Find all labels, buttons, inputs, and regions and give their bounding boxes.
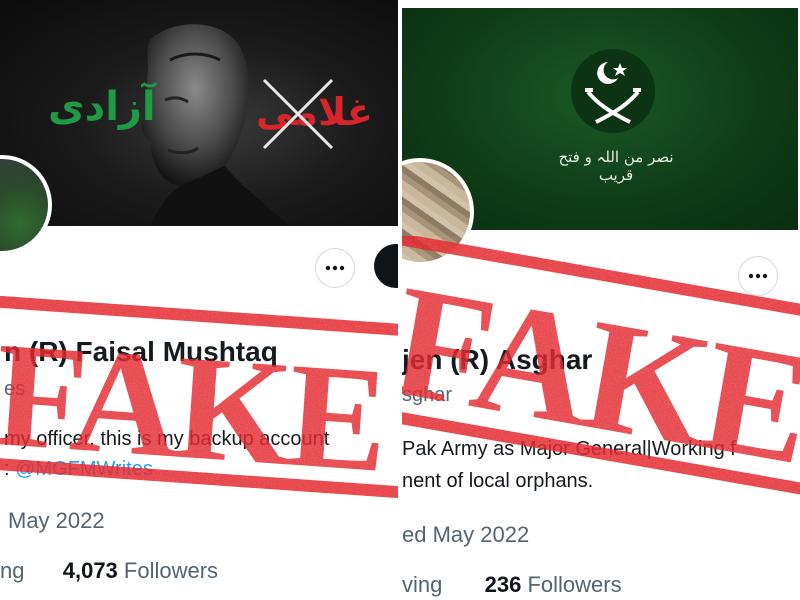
follow-stats: ng 4,073 Followers [0,558,218,584]
emblem-motto: نصر من اللہ و فتح قریب [558,148,674,184]
bio-line-2: nent of local orphans. [402,470,594,492]
more-options-button[interactable] [315,248,355,288]
followers-count[interactable]: 4,073 [63,558,118,583]
right-profile-screenshot: نصر من اللہ و فتح قریب jen (R) Asghar sg… [402,0,800,600]
display-name: n (R) Faisal Mushtaq [4,336,278,367]
display-name: jen (R) Asghar [402,344,593,375]
more-options-button[interactable] [738,256,778,296]
bio-line-2-prefix: : [4,458,10,480]
more-horizontal-icon [325,265,345,271]
crescent-star-swords-emblem [571,49,655,133]
bio-line-1: Pak Army as Major General|Working f [402,438,736,460]
followers-label[interactable]: Followers [124,558,218,583]
followers-count[interactable]: 236 [485,572,522,597]
left-profile-screenshot: آزادی غلامی n (R) Faisal Mushtaq es my o… [0,0,398,600]
follow-stats: ving 236 Followers [402,572,622,598]
profile-banner: آزادی غلامی [0,0,398,226]
user-handle: es [4,378,26,400]
cross-out-mark [262,78,334,150]
banner-text-azadi: آزادی [48,84,156,130]
followers-label[interactable]: Followers [527,572,621,597]
bio-line-1: my officer. this is my backup account [4,428,330,450]
follow-button-edge[interactable] [374,244,398,288]
following-label[interactable]: ng [0,558,24,583]
joined-date: ed May 2022 [402,522,530,547]
more-horizontal-icon [748,273,768,279]
bio-line-2: : @MGFMWrites [4,458,153,481]
bio-mention-link[interactable]: @MGFMWrites [15,458,153,480]
user-handle: sghar [402,384,453,406]
following-label[interactable]: ving [402,572,442,597]
joined-date: May 2022 [8,508,105,533]
